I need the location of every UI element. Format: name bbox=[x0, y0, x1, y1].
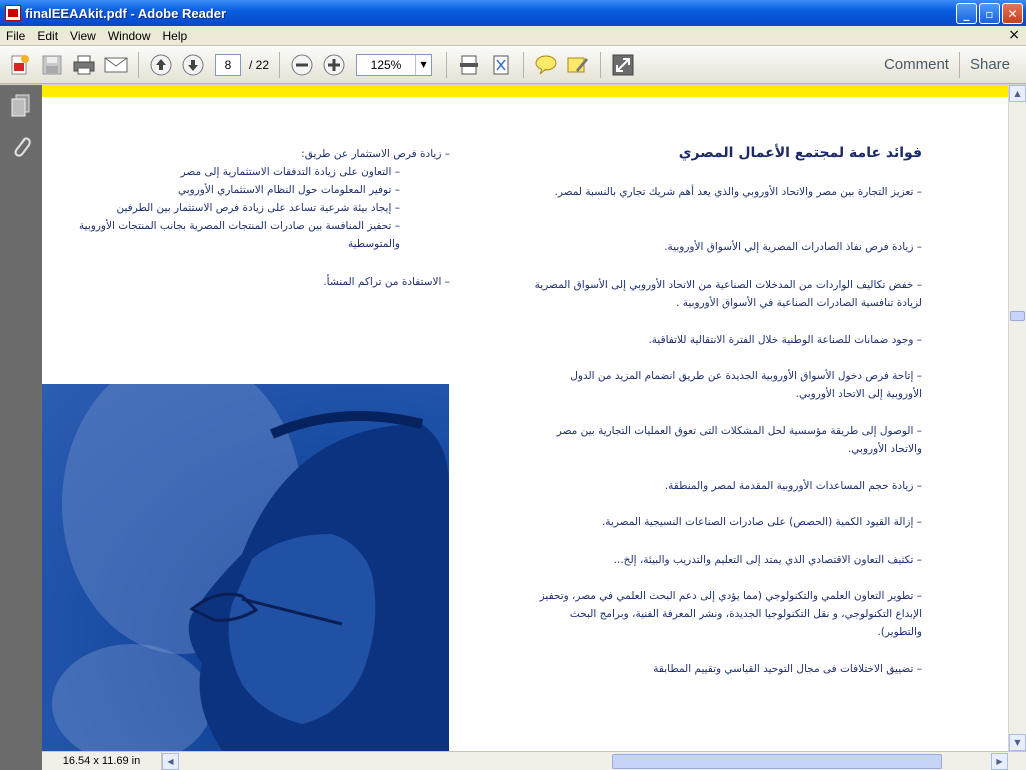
scroll-left-icon[interactable]: ◀ bbox=[162, 752, 179, 770]
list-item-text: تضييق الاختلافات فى مجال التوحيد القياسي… bbox=[653, 663, 914, 675]
list-item: – زيادة حجم المساعدات الأوروبية المقدمة … bbox=[664, 480, 922, 492]
highlight-pen-icon[interactable] bbox=[564, 51, 592, 79]
list-item-text: التعاون على زيادة التدفقات الاستثمارية إ… bbox=[180, 166, 392, 178]
page-number-input[interactable]: 8 bbox=[215, 53, 241, 76]
section-heading: فوائد عامة لمجتمع الأعمال المصري bbox=[678, 145, 922, 161]
list-item-text: إيجاد بيئة شرعية تساعد على زيادة فرص الا… bbox=[116, 202, 392, 214]
list-item-text: زيادة فرص الاستثمار عن طريق: bbox=[301, 148, 442, 160]
comment-bubble-icon[interactable] bbox=[532, 51, 560, 79]
toolbar-separator bbox=[279, 51, 281, 78]
list-item: – إتاحة فرص دخول الأسواق الأوروبية الجدي… bbox=[570, 370, 922, 400]
scrollbar-thumb[interactable] bbox=[612, 753, 942, 769]
previous-page-icon[interactable] bbox=[147, 51, 175, 79]
toolbar-separator bbox=[138, 51, 139, 78]
toolbar-separator bbox=[600, 51, 602, 78]
menu-bar: File Edit View Window Help × bbox=[0, 26, 1026, 46]
list-item: – تعزيز التجارة بين مصر والاتحاد الأوروب… bbox=[554, 186, 923, 198]
menu-file[interactable]: File bbox=[0, 29, 31, 43]
create-pdf-icon[interactable] bbox=[6, 51, 34, 79]
minimize-button[interactable]: _ bbox=[956, 3, 977, 24]
document-page[interactable]: فوائد عامة لمجتمع الأعمال المصري – تعزيز… bbox=[42, 85, 1008, 751]
list-item-text: وجود ضمانات للصناعة الوطنية خلال الفترة … bbox=[648, 334, 914, 346]
list-item: – توفير المعلومات حول النظام الاستثماري … bbox=[177, 184, 400, 196]
navigation-panel bbox=[0, 85, 42, 770]
zoom-in-icon[interactable] bbox=[320, 51, 348, 79]
scroll-down-icon[interactable]: ▼ bbox=[1009, 734, 1026, 751]
status-bar: 16.54 x 11.69 in ◀ ▶ bbox=[42, 751, 1026, 770]
close-button[interactable]: ✕ bbox=[1002, 3, 1023, 24]
menu-view[interactable]: View bbox=[64, 29, 102, 43]
list-item: – التعاون على زيادة التدفقات الاستثمارية… bbox=[180, 166, 400, 178]
list-item-text: تعزيز التجارة بين مصر والاتحاد الأوروبي … bbox=[554, 186, 914, 198]
list-item: – تطوير التعاون العلمي والتكنولوجي (مما … bbox=[539, 590, 922, 638]
print-icon[interactable] bbox=[70, 51, 98, 79]
list-item-text: توفير المعلومات حول النظام الاستثماري ال… bbox=[177, 184, 392, 196]
list-item: – خفض تكاليف الواردات من المدخلات الصناع… bbox=[534, 279, 922, 309]
title-bar: finalEEAAkit.pdf - Adobe Reader _ ▫ ✕ bbox=[0, 0, 1026, 26]
list-item-text: زيادة فرص نفاذ الصادرات المصرية إلي الأس… bbox=[664, 241, 914, 253]
share-button[interactable]: Share bbox=[960, 56, 1026, 73]
list-item-text: تحفيز المنافسة بين صادرات المنتجات المصر… bbox=[79, 220, 400, 250]
scroll-up-icon[interactable]: ▲ bbox=[1009, 85, 1026, 102]
list-item: – الوصول إلى طريقة مؤسسية لحل المشكلات ا… bbox=[556, 425, 922, 455]
menu-window[interactable]: Window bbox=[102, 29, 157, 43]
toolbar-separator bbox=[446, 51, 448, 78]
page-total: / 22 bbox=[249, 57, 270, 72]
list-item-text: زيادة حجم المساعدات الأوروبية المقدمة لم… bbox=[664, 480, 914, 492]
comment-button[interactable]: Comment bbox=[874, 56, 959, 73]
list-item-text: الاستفادة من تراكم المنشأ. bbox=[323, 276, 442, 288]
toolbar: 8 / 22 125% ▼ Comment Share bbox=[0, 46, 1026, 84]
list-item-text: تكثيف التعاون الاقتصادي الذي يمتد إلى ال… bbox=[613, 554, 914, 566]
zoom-out-icon[interactable] bbox=[288, 51, 316, 79]
menu-edit[interactable]: Edit bbox=[31, 29, 64, 43]
list-item: – تحفيز المنافسة بين صادرات المنتجات الم… bbox=[79, 220, 400, 250]
document-close-icon[interactable]: × bbox=[1008, 27, 1020, 43]
scroll-right-icon[interactable]: ▶ bbox=[991, 752, 1008, 770]
save-icon[interactable] bbox=[38, 51, 66, 79]
menu-help[interactable]: Help bbox=[157, 29, 194, 43]
list-item: – إيجاد بيئة شرعية تساعد على زيادة فرص ا… bbox=[116, 202, 400, 214]
list-item-text: إتاحة فرص دخول الأسواق الأوروبية الجديدة… bbox=[570, 370, 922, 400]
zoom-select[interactable]: 125% ▼ bbox=[356, 53, 433, 76]
vertical-scrollbar[interactable]: ▲ ▼ bbox=[1008, 85, 1026, 751]
adobe-reader-icon bbox=[5, 5, 21, 21]
business-photo bbox=[42, 384, 449, 751]
maximize-button[interactable]: ▫ bbox=[979, 3, 1000, 24]
list-item: – إزالة القيود الكمية (الحصص) على صادرات… bbox=[601, 516, 922, 528]
horizontal-scrollbar[interactable]: ◀ ▶ bbox=[162, 752, 1026, 770]
list-item: – زيادة فرص نفاذ الصادرات المصرية إلي ال… bbox=[664, 241, 922, 253]
list-item: – وجود ضمانات للصناعة الوطنية خلال الفتر… bbox=[648, 334, 922, 346]
page-size: 16.54 x 11.69 in bbox=[42, 752, 162, 770]
email-icon[interactable] bbox=[102, 51, 130, 79]
list-item: – تكثيف التعاون الاقتصادي الذي يمتد إلى … bbox=[613, 554, 922, 566]
zoom-value: 125% bbox=[370, 57, 402, 72]
window-controls: _ ▫ ✕ bbox=[956, 3, 1023, 24]
expand-icon[interactable] bbox=[609, 51, 637, 79]
investment-block: – زيادة فرص الاستثمار عن طريق: – التعاون… bbox=[50, 145, 450, 253]
list-item: – الاستفادة من تراكم المنشأ. bbox=[323, 276, 450, 288]
scrollbar-thumb[interactable] bbox=[1010, 311, 1025, 321]
chevron-down-icon[interactable]: ▼ bbox=[415, 54, 431, 75]
list-item-text: خفض تكاليف الواردات من المدخلات الصناعية… bbox=[534, 279, 922, 309]
pages-icon[interactable] bbox=[9, 93, 33, 119]
attachment-icon[interactable] bbox=[9, 133, 33, 159]
window-title: finalEEAAkit.pdf - Adobe Reader bbox=[25, 5, 227, 21]
list-item-text: تطوير التعاون العلمي والتكنولوجي (مما يؤ… bbox=[539, 590, 922, 638]
list-item-text: الوصول إلى طريقة مؤسسية لحل المشكلات الت… bbox=[556, 425, 922, 455]
list-item-text: إزالة القيود الكمية (الحصص) على صادرات ا… bbox=[601, 516, 914, 528]
fit-page-icon[interactable] bbox=[487, 51, 515, 79]
yellow-header-band bbox=[42, 85, 1008, 97]
toolbar-separator bbox=[523, 51, 525, 78]
list-item: – زيادة فرص الاستثمار عن طريق: bbox=[301, 148, 450, 160]
next-page-icon[interactable] bbox=[179, 51, 207, 79]
list-item: – تضييق الاختلافات فى مجال التوحيد القيا… bbox=[653, 663, 922, 675]
fit-width-icon[interactable] bbox=[455, 51, 483, 79]
